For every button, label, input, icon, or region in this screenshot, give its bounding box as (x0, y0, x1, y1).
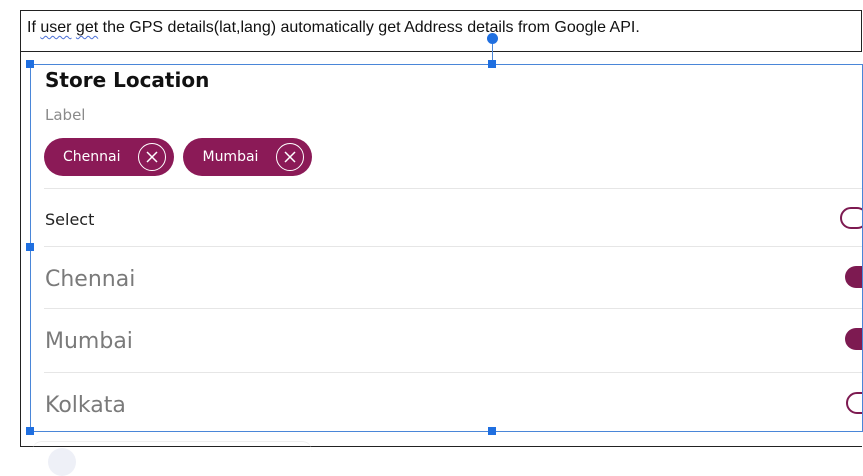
spellcheck-word-user: user (40, 19, 72, 36)
resize-handle-bottom-left[interactable] (26, 427, 34, 435)
document-sentence[interactable]: If user get the GPS details(lat,lang) au… (27, 19, 640, 37)
spellcheck-word-get: get (75, 19, 99, 36)
rotation-handle[interactable] (487, 33, 498, 44)
resize-handle-middle-left[interactable] (26, 243, 34, 251)
selection-box (30, 64, 863, 432)
resize-handle-top-center[interactable] (488, 60, 496, 68)
resize-handle-top-left[interactable] (26, 60, 34, 68)
sentence-rest: the GPS details(lat,lang) automatically … (98, 19, 640, 36)
sentence-prefix: If (27, 19, 41, 36)
resize-handle-bottom-center[interactable] (488, 427, 496, 435)
next-element-avatar (48, 448, 76, 476)
